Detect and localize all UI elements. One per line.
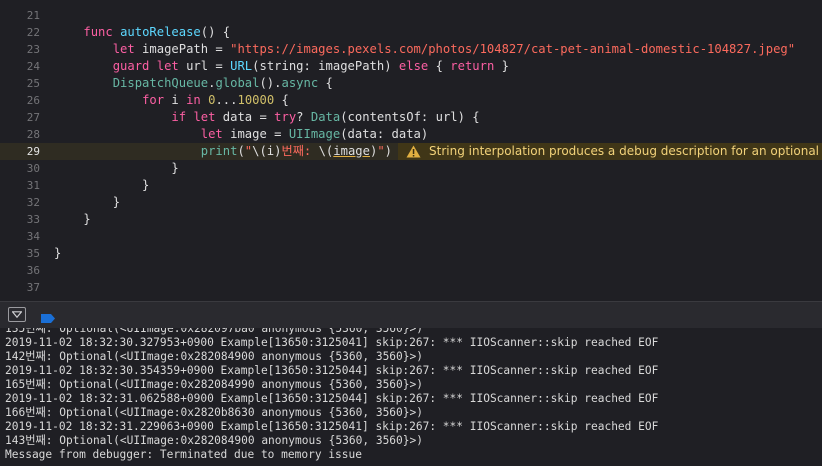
console-line: 142번째: Optional(<UIImage:0x282084900 ano… bbox=[5, 350, 423, 363]
code-line-current[interactable]: 29 print("\(i)번째: \(image)") String inter… bbox=[0, 143, 822, 160]
code-text: let image = UIImage(data: data) bbox=[200, 127, 429, 141]
breakpoint-icon bbox=[41, 314, 55, 323]
code-line[interactable]: 36 bbox=[0, 262, 822, 279]
line-number: 23 bbox=[26, 43, 40, 56]
hide-debug-area-icon bbox=[12, 311, 22, 318]
code-line[interactable]: 21 bbox=[0, 7, 822, 24]
line-number: 30 bbox=[26, 162, 40, 175]
code-text: } bbox=[54, 246, 62, 260]
code-line[interactable]: 37 bbox=[0, 279, 822, 296]
code-text: } bbox=[54, 212, 91, 226]
code-editor[interactable]: 21 22 func autoRelease() {23 let imagePat… bbox=[0, 0, 822, 301]
line-number: 26 bbox=[26, 94, 40, 107]
code-text: func autoRelease() { bbox=[83, 25, 231, 39]
console-output: 135번째: Optional(<UIImage:0x282097ba0 ano… bbox=[5, 328, 658, 462]
line-number: 34 bbox=[26, 230, 40, 243]
code-text: } bbox=[54, 195, 121, 209]
code-line[interactable]: 26 for i in 0...10000 { bbox=[0, 92, 822, 109]
console-line: 166번째: Optional(<UIImage:0x2820b8630 ano… bbox=[5, 406, 423, 419]
code-line[interactable]: 31 } bbox=[0, 177, 822, 194]
warning-message: String interpolation produces a debug de… bbox=[429, 144, 822, 158]
line-number: 32 bbox=[26, 196, 40, 209]
hide-debug-area-button[interactable] bbox=[8, 307, 26, 322]
line-number: 21 bbox=[26, 9, 40, 22]
console-line: 2019-11-02 18:32:30.327953+0900 Example[… bbox=[5, 336, 659, 349]
line-number: 25 bbox=[26, 77, 40, 90]
code-text: } bbox=[54, 161, 179, 175]
code-text: if let data = try? Data(contentsOf: url)… bbox=[171, 110, 480, 124]
code-text: DispatchQueue.global().async { bbox=[112, 76, 333, 90]
code-line[interactable]: 23 let imagePath = "https://images.pexel… bbox=[0, 41, 822, 58]
code-line[interactable]: 30 } bbox=[0, 160, 822, 177]
code-text: } bbox=[54, 178, 150, 192]
line-number: 24 bbox=[26, 60, 40, 73]
line-number: 37 bbox=[26, 281, 40, 294]
debug-bar bbox=[0, 301, 822, 329]
code-text: guard let url = URL(string: imagePath) e… bbox=[112, 59, 509, 73]
line-number: 31 bbox=[26, 179, 40, 192]
code-line[interactable]: 25 DispatchQueue.global().async { bbox=[0, 75, 822, 92]
code-text: for i in 0...10000 { bbox=[142, 93, 289, 107]
console-line: 143번째: Optional(<UIImage:0x282084900 ano… bbox=[5, 434, 423, 447]
line-number: 33 bbox=[26, 213, 40, 226]
code-line[interactable]: 27 if let data = try? Data(contentsOf: u… bbox=[0, 109, 822, 126]
line-number: 27 bbox=[26, 111, 40, 124]
code-line[interactable]: 22 func autoRelease() { bbox=[0, 24, 822, 41]
console-line: 165번째: Optional(<UIImage:0x282084990 ano… bbox=[5, 378, 423, 391]
line-number: 29 bbox=[26, 145, 40, 158]
code-line[interactable]: 35} bbox=[0, 245, 822, 262]
code-line[interactable]: 32 } bbox=[0, 194, 822, 211]
console-line: 2019-11-02 18:32:30.354359+0900 Example[… bbox=[5, 364, 659, 377]
code-line[interactable]: 28 let image = UIImage(data: data) bbox=[0, 126, 822, 143]
breakpoints-toggle-button[interactable] bbox=[40, 309, 56, 328]
line-number: 28 bbox=[26, 128, 40, 141]
console-line: 2019-11-02 18:32:31.229063+0900 Example[… bbox=[5, 420, 659, 433]
debug-console[interactable]: 135번째: Optional(<UIImage:0x282097ba0 ano… bbox=[0, 328, 822, 466]
console-line: 2019-11-02 18:32:31.062588+0900 Example[… bbox=[5, 392, 659, 405]
code-line[interactable]: 33 } bbox=[0, 211, 822, 228]
line-number: 22 bbox=[26, 26, 40, 39]
inline-warning-banner[interactable]: String interpolation produces a debug de… bbox=[398, 143, 822, 160]
code-line[interactable]: 24 guard let url = URL(string: imagePath… bbox=[0, 58, 822, 75]
line-number: 36 bbox=[26, 264, 40, 277]
code-line[interactable]: 34 bbox=[0, 228, 822, 245]
code-text: print("\(i)번째: \(image)") bbox=[200, 144, 392, 158]
console-line: Message from debugger: Terminated due to… bbox=[5, 448, 362, 461]
code-text: let imagePath = "https://images.pexels.c… bbox=[112, 42, 796, 56]
line-number: 35 bbox=[26, 247, 40, 260]
console-line: 135번째: Optional(<UIImage:0x282097ba0 ano… bbox=[5, 328, 423, 335]
